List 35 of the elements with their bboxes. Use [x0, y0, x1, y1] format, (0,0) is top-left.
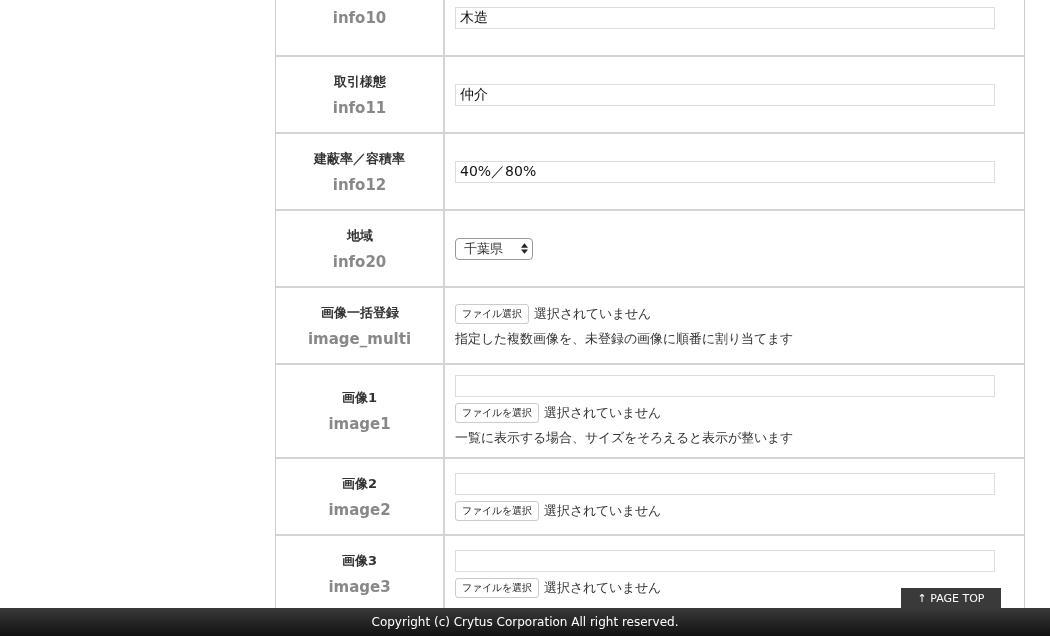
text-input[interactable]: 木造 [455, 6, 995, 29]
file-select-button[interactable]: ファイルを選択 [455, 403, 539, 423]
help-text: 指定した複数画像を、未登録の画像に順番に割り当てます [455, 329, 794, 348]
file-status: 選択されていません [534, 304, 651, 323]
file-status: 選択されていません [544, 404, 661, 422]
file-select-button[interactable]: ファイル選択 [455, 303, 529, 324]
image-path-input[interactable] [455, 549, 995, 572]
image-path-input[interactable] [455, 375, 995, 397]
field-key: info20 [332, 252, 387, 271]
field-key: info12 [332, 175, 387, 194]
field-key: image_multi [307, 329, 412, 348]
image-path-input[interactable] [455, 472, 995, 495]
field-key: image3 [328, 577, 391, 596]
field-key: info11 [332, 98, 387, 117]
page-top-button[interactable]: ↑ PAGE TOP [901, 588, 1001, 608]
field-label: 地域 [346, 226, 373, 245]
field-label: 建蔽率／容積率 [314, 149, 405, 168]
field-label: 画像2 [341, 474, 377, 493]
text-input[interactable]: 仲介 [455, 83, 995, 106]
field-key: image2 [328, 500, 391, 519]
field-label: 画像一括登録 [320, 303, 399, 322]
copyright-text: Copyright (c) Crytus Corporation All right reserved. [371, 615, 679, 629]
field-key: info10 [332, 8, 387, 27]
file-select-button[interactable]: ファイルを選択 [455, 577, 539, 598]
text-input[interactable]: 40%／80% [455, 160, 995, 183]
field-label: 画像1 [341, 389, 377, 407]
file-status: 選択されていません [544, 578, 661, 597]
field-key: image1 [328, 415, 391, 433]
field-label: 画像3 [341, 551, 377, 570]
region-select[interactable]: 千葉県 [455, 237, 533, 260]
field-label: 取引様態 [333, 72, 386, 91]
updown-icon [521, 243, 528, 254]
file-select-button[interactable]: ファイルを選択 [455, 500, 539, 521]
help-text: 一覧に表示する場合、サイズをそろえると表示が整います [455, 429, 794, 447]
file-status: 選択されていません [544, 501, 661, 520]
